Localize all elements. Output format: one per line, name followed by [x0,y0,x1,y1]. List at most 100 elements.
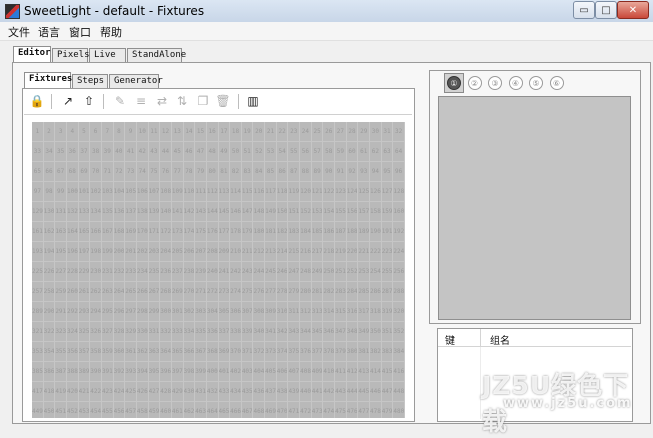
channel-cell[interactable]: 199 [101,242,114,262]
channel-cell[interactable]: 318 [370,302,382,322]
channel-cell[interactable]: 111 [195,182,207,202]
channel-cell[interactable]: 120 [300,182,312,202]
channel-cell[interactable]: 29 [358,122,371,142]
channel-cell[interactable]: 325 [78,322,91,342]
channel-cell[interactable]: 100 [66,182,79,202]
channel-cell[interactable]: 282 [323,282,336,302]
channel-cell[interactable]: 268 [160,282,172,302]
channel-cell[interactable]: 186 [323,222,336,242]
channel-cell[interactable]: 419 [55,382,67,402]
channel-cell[interactable]: 321 [32,322,44,342]
channel-cell[interactable]: 227 [55,262,67,282]
channel-cell[interactable]: 381 [358,342,371,362]
channel-cell[interactable]: 459 [149,402,161,418]
channel-cell[interactable]: 148 [253,202,266,222]
channel-cell[interactable]: 251 [335,262,347,282]
channel-cell[interactable]: 407 [288,362,301,382]
channel-cell[interactable]: 25 [311,122,324,142]
channel-cell[interactable]: 47 [195,142,207,162]
channel-cell[interactable]: 323 [55,322,67,342]
channel-cell[interactable]: 382 [370,342,382,362]
channel-cell[interactable]: 144 [206,202,219,222]
channel-cell[interactable]: 326 [90,322,102,342]
channel-cell[interactable]: 308 [253,302,266,322]
channel-cell[interactable]: 194 [43,242,56,262]
channel-cell[interactable]: 370 [230,342,242,362]
channel-cell[interactable]: 448 [393,382,405,402]
channel-cell[interactable]: 204 [160,242,172,262]
channel-cell[interactable]: 463 [195,402,207,418]
channel-cell[interactable]: 425 [125,382,137,402]
channel-cell[interactable]: 451 [55,402,67,418]
channel-cell[interactable]: 469 [265,402,277,418]
channel-cell[interactable]: 427 [148,382,161,402]
channel-cell[interactable]: 203 [148,242,161,262]
pencil-icon[interactable]: ✎ [113,94,127,108]
channel-cell[interactable]: 183 [288,222,301,242]
channel-cell[interactable]: 239 [195,262,207,282]
channel-cell[interactable]: 189 [358,222,371,242]
channel-cell[interactable]: 65 [32,162,44,182]
lock-icon[interactable]: 🔒 [30,94,45,108]
channel-cell[interactable]: 391 [101,362,114,382]
channel-cell[interactable]: 147 [241,202,254,222]
channel-cell[interactable]: 284 [346,282,359,302]
channel-cell[interactable]: 338 [230,322,242,342]
channel-cell[interactable]: 39 [101,142,114,162]
channel-cell[interactable]: 154 [323,202,336,222]
channel-cell[interactable]: 57 [311,142,324,162]
channel-cell[interactable]: 58 [323,142,336,162]
channel-cell[interactable]: 174 [183,222,196,242]
channel-cell[interactable]: 430 [183,382,196,402]
channel-cell[interactable]: 143 [195,202,207,222]
channel-cell[interactable]: 242 [230,262,242,282]
channel-cell[interactable]: 6 [90,122,102,142]
channel-cell[interactable]: 185 [311,222,324,242]
channel-cell[interactable]: 478 [370,402,382,418]
channel-cell[interactable]: 32 [393,122,405,142]
channel-cell[interactable]: 316 [346,302,359,322]
channel-cell[interactable]: 225 [32,262,44,282]
channel-cell[interactable]: 261 [78,282,91,302]
channel-cell[interactable]: 292 [66,302,79,322]
channel-cell[interactable]: 276 [253,282,266,302]
channel-cell[interactable]: 417 [32,382,44,402]
channel-cell[interactable]: 113 [218,182,231,202]
channel-cell[interactable]: 416 [393,362,405,382]
channel-cell[interactable]: 76 [160,162,172,182]
channel-cell[interactable]: 131 [55,202,67,222]
channel-cell[interactable]: 74 [136,162,149,182]
channel-cell[interactable]: 45 [171,142,184,162]
channel-cell[interactable]: 33 [32,142,44,162]
channel-cell[interactable]: 11 [148,122,161,142]
channel-cell[interactable]: 202 [136,242,149,262]
channel-cell[interactable]: 37 [78,142,91,162]
channel-cell[interactable]: 283 [335,282,347,302]
channel-cell[interactable]: 159 [381,202,394,222]
channel-cell[interactable]: 272 [206,282,219,302]
channel-cell[interactable]: 438 [276,382,289,402]
channel-cell[interactable]: 60 [346,142,359,162]
channel-cell[interactable]: 56 [300,142,312,162]
channel-cell[interactable]: 346 [323,322,336,342]
channel-cell[interactable]: 17 [218,122,231,142]
channel-cell[interactable]: 247 [288,262,301,282]
channel-cell[interactable]: 176 [206,222,219,242]
channel-cell[interactable]: 408 [300,362,312,382]
channel-cell[interactable]: 434 [230,382,242,402]
channel-cell[interactable]: 26 [323,122,336,142]
channel-cell[interactable]: 349 [358,322,371,342]
channel-cell[interactable]: 446 [370,382,382,402]
channel-cell[interactable]: 357 [78,342,91,362]
channel-cell[interactable]: 211 [241,242,254,262]
channel-cell[interactable]: 313 [311,302,324,322]
channel-cell[interactable]: 299 [148,302,161,322]
channel-cell[interactable]: 393 [125,362,137,382]
channel-cell[interactable]: 368 [206,342,219,362]
channel-cell[interactable]: 342 [276,322,289,342]
channel-cell[interactable]: 124 [346,182,359,202]
channel-cell[interactable]: 312 [300,302,312,322]
channel-cell[interactable]: 279 [288,282,301,302]
channel-cell[interactable]: 88 [300,162,312,182]
channel-cell[interactable]: 102 [90,182,102,202]
